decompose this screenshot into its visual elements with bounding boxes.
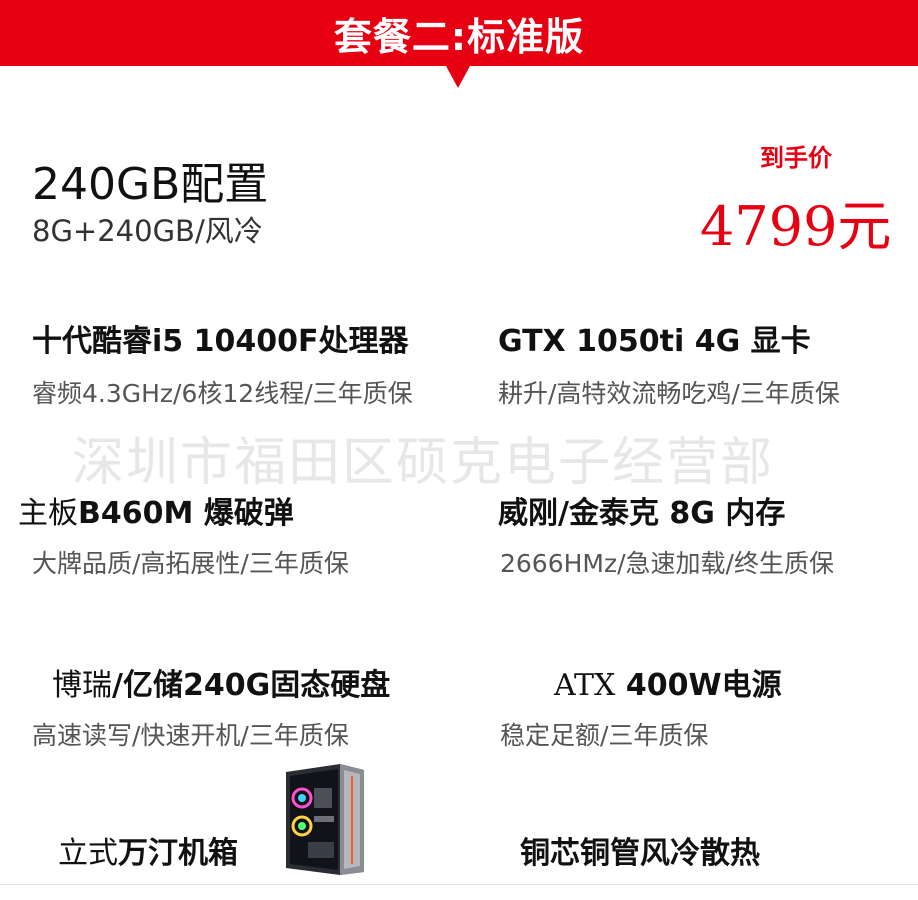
ram-title: 威刚/金泰克 8G 内存 — [498, 496, 786, 531]
price-label: 到手价 — [760, 144, 832, 172]
case-title-prefix: 立式 — [58, 836, 118, 871]
gpu-desc: 耕升/高特效流畅吃鸡/三年质保 — [498, 379, 840, 408]
cpu-desc: 睿频4.3GHz/6核12线程/三年质保 — [32, 379, 413, 408]
pc-case-icon — [286, 764, 364, 875]
watermark: 深圳市福田区硕克电子经营部 — [72, 433, 775, 493]
case-title-main: 万汀机箱 — [118, 836, 238, 871]
ssd-title-main: /亿储240G固态硬盘 — [112, 668, 391, 703]
banner-arrow-icon — [446, 66, 470, 88]
psu-title-main: 400W电源 — [625, 668, 782, 703]
ram-desc: 2666HMz/急速加载/终生质保 — [500, 549, 834, 578]
config-title: 240GB配置 — [32, 159, 269, 210]
price-value: 4799元 — [700, 195, 892, 258]
case-title: 立式万汀机箱 — [58, 828, 238, 872]
board-title: 主板B460M 爆破弹 — [18, 488, 294, 532]
psu-title-prefix: ATX — [554, 668, 616, 703]
config-subtitle: 8G+240GB/风冷 — [32, 214, 263, 248]
board-desc: 大牌品质/高拓展性/三年质保 — [32, 549, 349, 578]
banner-title: 套餐二:标准版 — [333, 15, 585, 59]
ssd-title: 博瑞/亿储240G固态硬盘 — [52, 660, 390, 704]
package-banner: 套餐二:标准版 — [0, 0, 918, 66]
bottom-divider — [0, 884, 918, 885]
cooler-title: 铜芯铜管风冷散热 — [520, 836, 760, 871]
psu-desc: 稳定足额/三年质保 — [500, 721, 709, 750]
psu-title: ATX 400W电源 — [554, 660, 782, 704]
ssd-desc: 高速读写/快速开机/三年质保 — [32, 721, 349, 750]
cpu-title: 十代酷睿i5 10400F处理器 — [32, 324, 409, 359]
board-title-prefix: 主板 — [18, 496, 78, 531]
ssd-title-prefix: 博瑞 — [52, 668, 112, 703]
board-title-main: B460M 爆破弹 — [78, 496, 294, 531]
gpu-title: GTX 1050ti 4G 显卡 — [498, 324, 811, 359]
